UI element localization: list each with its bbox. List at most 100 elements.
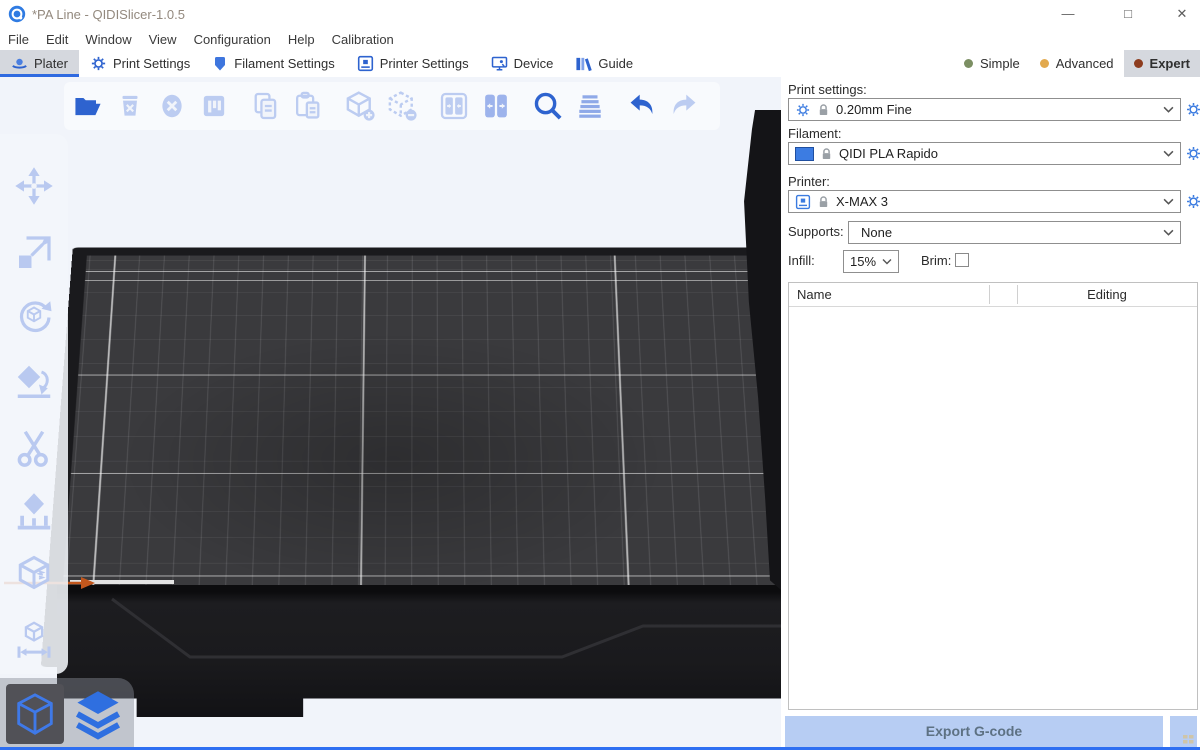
tab-print-settings[interactable]: Print Settings [79,50,201,77]
tab-label: Printer Settings [380,56,469,71]
gear-icon [1185,145,1200,162]
tab-label: Filament Settings [234,56,334,71]
menu-calibration[interactable]: Calibration [332,32,394,47]
printer-gear-button[interactable] [1185,193,1200,210]
expert-mode-dot-icon [1134,59,1143,68]
rotate-icon [14,295,54,335]
seam-painting-icon [14,555,54,595]
3d-editor-cube-icon [12,691,58,737]
mode-expert[interactable]: Expert [1124,50,1200,77]
printer-base-groove [57,585,781,717]
tab-label: Print Settings [113,56,190,71]
tab-guide[interactable]: Guide [564,50,644,77]
printer-label: Printer: [788,174,830,189]
filament-icon [212,56,228,72]
viewport-3d[interactable] [0,77,781,747]
paint-supports-icon [14,492,54,532]
menu-window[interactable]: Window [85,32,131,47]
export-options-button[interactable] [1170,716,1197,747]
chevron-down-icon [1163,106,1174,113]
3d-editor-view-button[interactable] [6,684,64,744]
maximize-button[interactable]: □ [1108,0,1148,28]
tab-filament-settings[interactable]: Filament Settings [201,50,345,77]
mode-label: Advanced [1056,56,1114,71]
print-settings-combo[interactable]: 0.20mm Fine [788,98,1181,121]
gear-icon [90,55,107,72]
mode-label: Expert [1150,56,1190,71]
tab-printer-settings[interactable]: Printer Settings [346,50,480,77]
menu-configuration[interactable]: Configuration [194,32,271,47]
menu-help[interactable]: Help [288,32,315,47]
printer-icon [357,55,374,72]
place-on-face-gizmo-button[interactable] [14,362,54,402]
column-separator [989,285,990,304]
window-title: *PA Line - QIDISlicer-1.0.5 [32,7,185,22]
tab-label: Plater [34,56,68,71]
gear-icon [1185,101,1200,118]
view-mode-buttons [0,678,134,747]
column-separator [1017,285,1018,304]
filament-value: QIDI PLA Rapido [839,146,938,161]
send-to-printer-icon [1183,735,1194,744]
mode-label: Simple [980,56,1020,71]
infill-label: Infill: [788,253,815,268]
move-gizmo-button[interactable] [14,166,54,206]
filament-combo[interactable]: QIDI PLA Rapido [788,142,1181,165]
supports-combo[interactable]: None [848,221,1181,244]
preview-layers-icon [72,688,124,740]
brim-label: Brim: [921,253,951,268]
gear-icon [795,102,811,118]
print-settings-gear-button[interactable] [1185,101,1200,118]
infill-combo[interactable]: 15% [843,250,899,273]
app-logo-icon [8,5,26,23]
mode-advanced[interactable]: Advanced [1030,50,1124,77]
device-icon [491,55,508,72]
tab-plater[interactable]: Plater [0,50,79,77]
chevron-down-icon [1163,198,1174,205]
tab-device[interactable]: Device [480,50,565,77]
lock-icon [817,195,830,209]
seam-paint-gizmo-button[interactable] [14,555,54,595]
menu-bar: File Edit Window View Configuration Help… [0,28,1200,50]
preview-view-button[interactable] [68,684,128,744]
printer-icon [795,194,811,210]
printer-value: X-MAX 3 [836,194,888,209]
menu-view[interactable]: View [149,32,177,47]
measure-gizmo-button[interactable] [14,619,54,659]
supports-value: None [855,225,892,240]
mode-simple[interactable]: Simple [954,50,1030,77]
plater-icon [11,55,28,72]
object-list-table[interactable]: Name Editing [788,282,1198,710]
tab-label: Guide [598,56,633,71]
chevron-down-icon [1163,229,1174,236]
chevron-down-icon [882,258,892,265]
infill-value: 15% [850,254,876,269]
title-bar: *PA Line - QIDISlicer-1.0.5 — □ ✕ [0,0,1200,28]
column-header-editing: Editing [1017,287,1197,302]
print-settings-value: 0.20mm Fine [836,102,912,117]
rotate-gizmo-button[interactable] [14,295,54,335]
gizmo-toolbar [0,134,68,674]
app-window: *PA Line - QIDISlicer-1.0.5 — □ ✕ File E… [0,0,1200,750]
minimize-button[interactable]: — [1048,0,1088,28]
settings-panel: Print settings: 0.20mm Fine Filament: [781,77,1200,747]
supports-label: Supports: [788,224,844,239]
support-paint-gizmo-button[interactable] [14,492,54,532]
scene-3d [0,77,781,747]
cut-scissors-icon [14,428,54,468]
export-gcode-button[interactable]: Export G-code [785,716,1163,747]
simple-mode-dot-icon [964,59,973,68]
lock-icon [817,103,830,117]
cut-gizmo-button[interactable] [14,428,54,468]
object-list-header: Name Editing [789,283,1197,307]
menu-edit[interactable]: Edit [46,32,68,47]
printer-combo[interactable]: X-MAX 3 [788,190,1181,213]
filament-label: Filament: [788,126,841,141]
close-button[interactable]: ✕ [1162,0,1200,28]
lock-icon [820,147,833,161]
scale-gizmo-button[interactable] [14,233,54,273]
filament-gear-button[interactable] [1185,145,1200,162]
brim-checkbox[interactable] [955,253,969,267]
menu-file[interactable]: File [8,32,29,47]
tab-label: Device [514,56,554,71]
